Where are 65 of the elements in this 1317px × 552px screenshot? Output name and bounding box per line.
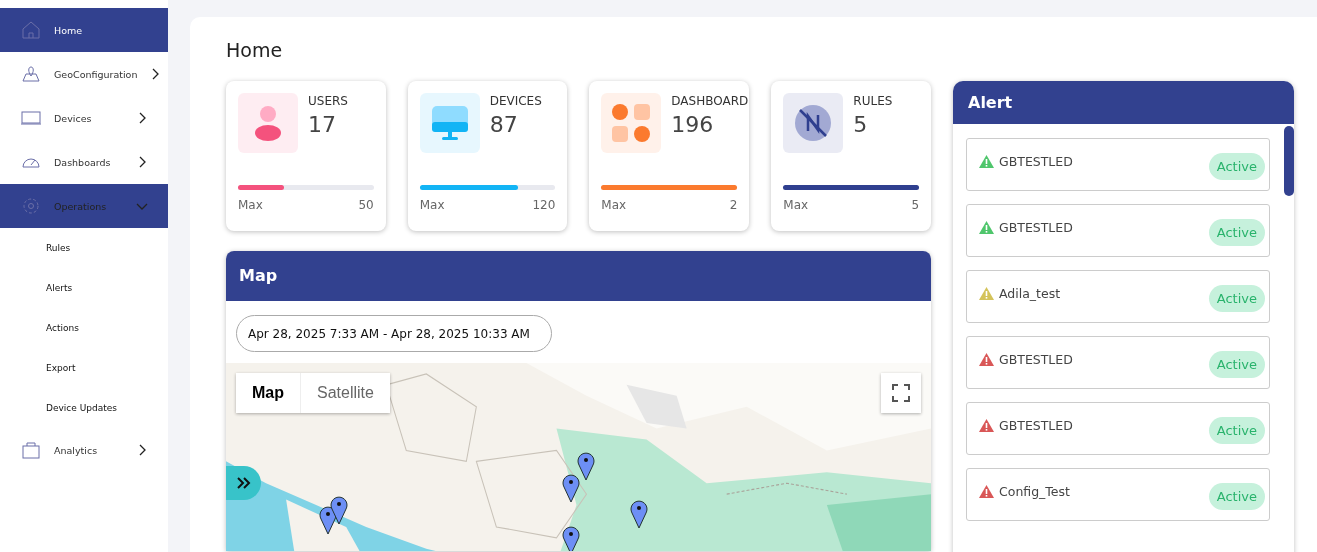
map-pin-icon[interactable] (630, 499, 648, 529)
scrollbar-thumb[interactable] (1284, 126, 1294, 196)
max-value: 120 (532, 198, 556, 212)
sidebar-item[interactable]: Home (0, 8, 168, 52)
alert-name: GBTESTLED (999, 418, 1073, 433)
page-title: Home (226, 39, 284, 61)
status-badge: Active (1208, 350, 1265, 378)
home-icon (20, 19, 42, 41)
max-label: Max (783, 198, 809, 212)
alert-item[interactable]: GBTESTLED Active (966, 402, 1270, 455)
max-value: 5 (911, 198, 919, 212)
alert-item[interactable]: Adila_test Active (966, 270, 1270, 323)
crossed-circle-icon (794, 104, 833, 142)
map-pin-icon[interactable] (577, 451, 595, 481)
stat-value: 17 (308, 112, 337, 137)
alert-name: Config_Test (999, 484, 1070, 499)
map-pin-icon[interactable] (319, 505, 337, 535)
status-badge: Active (1208, 152, 1265, 180)
person-icon (254, 105, 282, 141)
alert-name: Adila_test (999, 286, 1061, 301)
map-title: Map (226, 251, 931, 301)
max-value: 50 (358, 198, 374, 212)
max-value: 2 (729, 198, 738, 212)
map-type-tab[interactable]: Satellite (301, 373, 390, 413)
geo-icon (20, 63, 42, 85)
stat-label: DEVICES (489, 94, 542, 108)
date-range-field[interactable]: Apr 28, 2025 7:33 AM - Apr 28, 2025 10:33 AM (236, 315, 552, 352)
alert-item[interactable]: GBTESTLED Active (966, 336, 1270, 389)
status-badge: Active (1208, 284, 1265, 312)
stat-value: 87 (489, 112, 519, 137)
stat-value: 196 (671, 112, 715, 137)
monitor-icon (429, 104, 470, 142)
stat-label: DASHBOARD (671, 94, 749, 108)
sidebar-subitem[interactable]: Rules (0, 228, 168, 268)
alert-name: GBTESTLED (999, 352, 1073, 367)
max-label: Max (238, 198, 263, 212)
map-pin-icon[interactable] (562, 525, 580, 551)
status-badge: Active (1208, 416, 1265, 444)
sidebar-subitem[interactable]: Alerts (0, 268, 168, 308)
status-badge: Active (1208, 482, 1265, 510)
double-chevron-icon (236, 477, 251, 489)
map-pin-icon[interactable] (562, 473, 580, 503)
max-label: Max (419, 198, 445, 212)
expand-button[interactable] (226, 466, 261, 500)
sidebar-subitem[interactable]: Device Updates (0, 388, 168, 428)
sidebar-subitem[interactable]: Export (0, 348, 168, 388)
alert-title: Alert (953, 81, 1294, 124)
bag-icon (20, 439, 42, 461)
stat-label: USERS (308, 94, 348, 108)
max-label: Max (601, 198, 627, 212)
grid-icon (611, 103, 652, 143)
sidebar-subitem[interactable]: Actions (0, 308, 168, 348)
gear-icon (20, 195, 42, 217)
map-pin-icon[interactable] (330, 495, 348, 525)
alert-name: GBTESTLED (999, 220, 1073, 235)
map-type-tab[interactable]: Map (236, 373, 301, 413)
stat-value: 5 (853, 112, 869, 137)
status-badge: Active (1208, 218, 1265, 246)
fullscreen-icon (892, 384, 910, 402)
alert-name: GBTESTLED (999, 154, 1073, 169)
fullscreen-button[interactable] (881, 373, 921, 413)
alert-item[interactable]: Config_Test Active (966, 468, 1270, 521)
alert-item[interactable]: GBTESTLED Active (966, 138, 1270, 191)
stat-label: RULES (853, 94, 893, 108)
alert-item[interactable]: GBTESTLED Active (966, 204, 1270, 257)
